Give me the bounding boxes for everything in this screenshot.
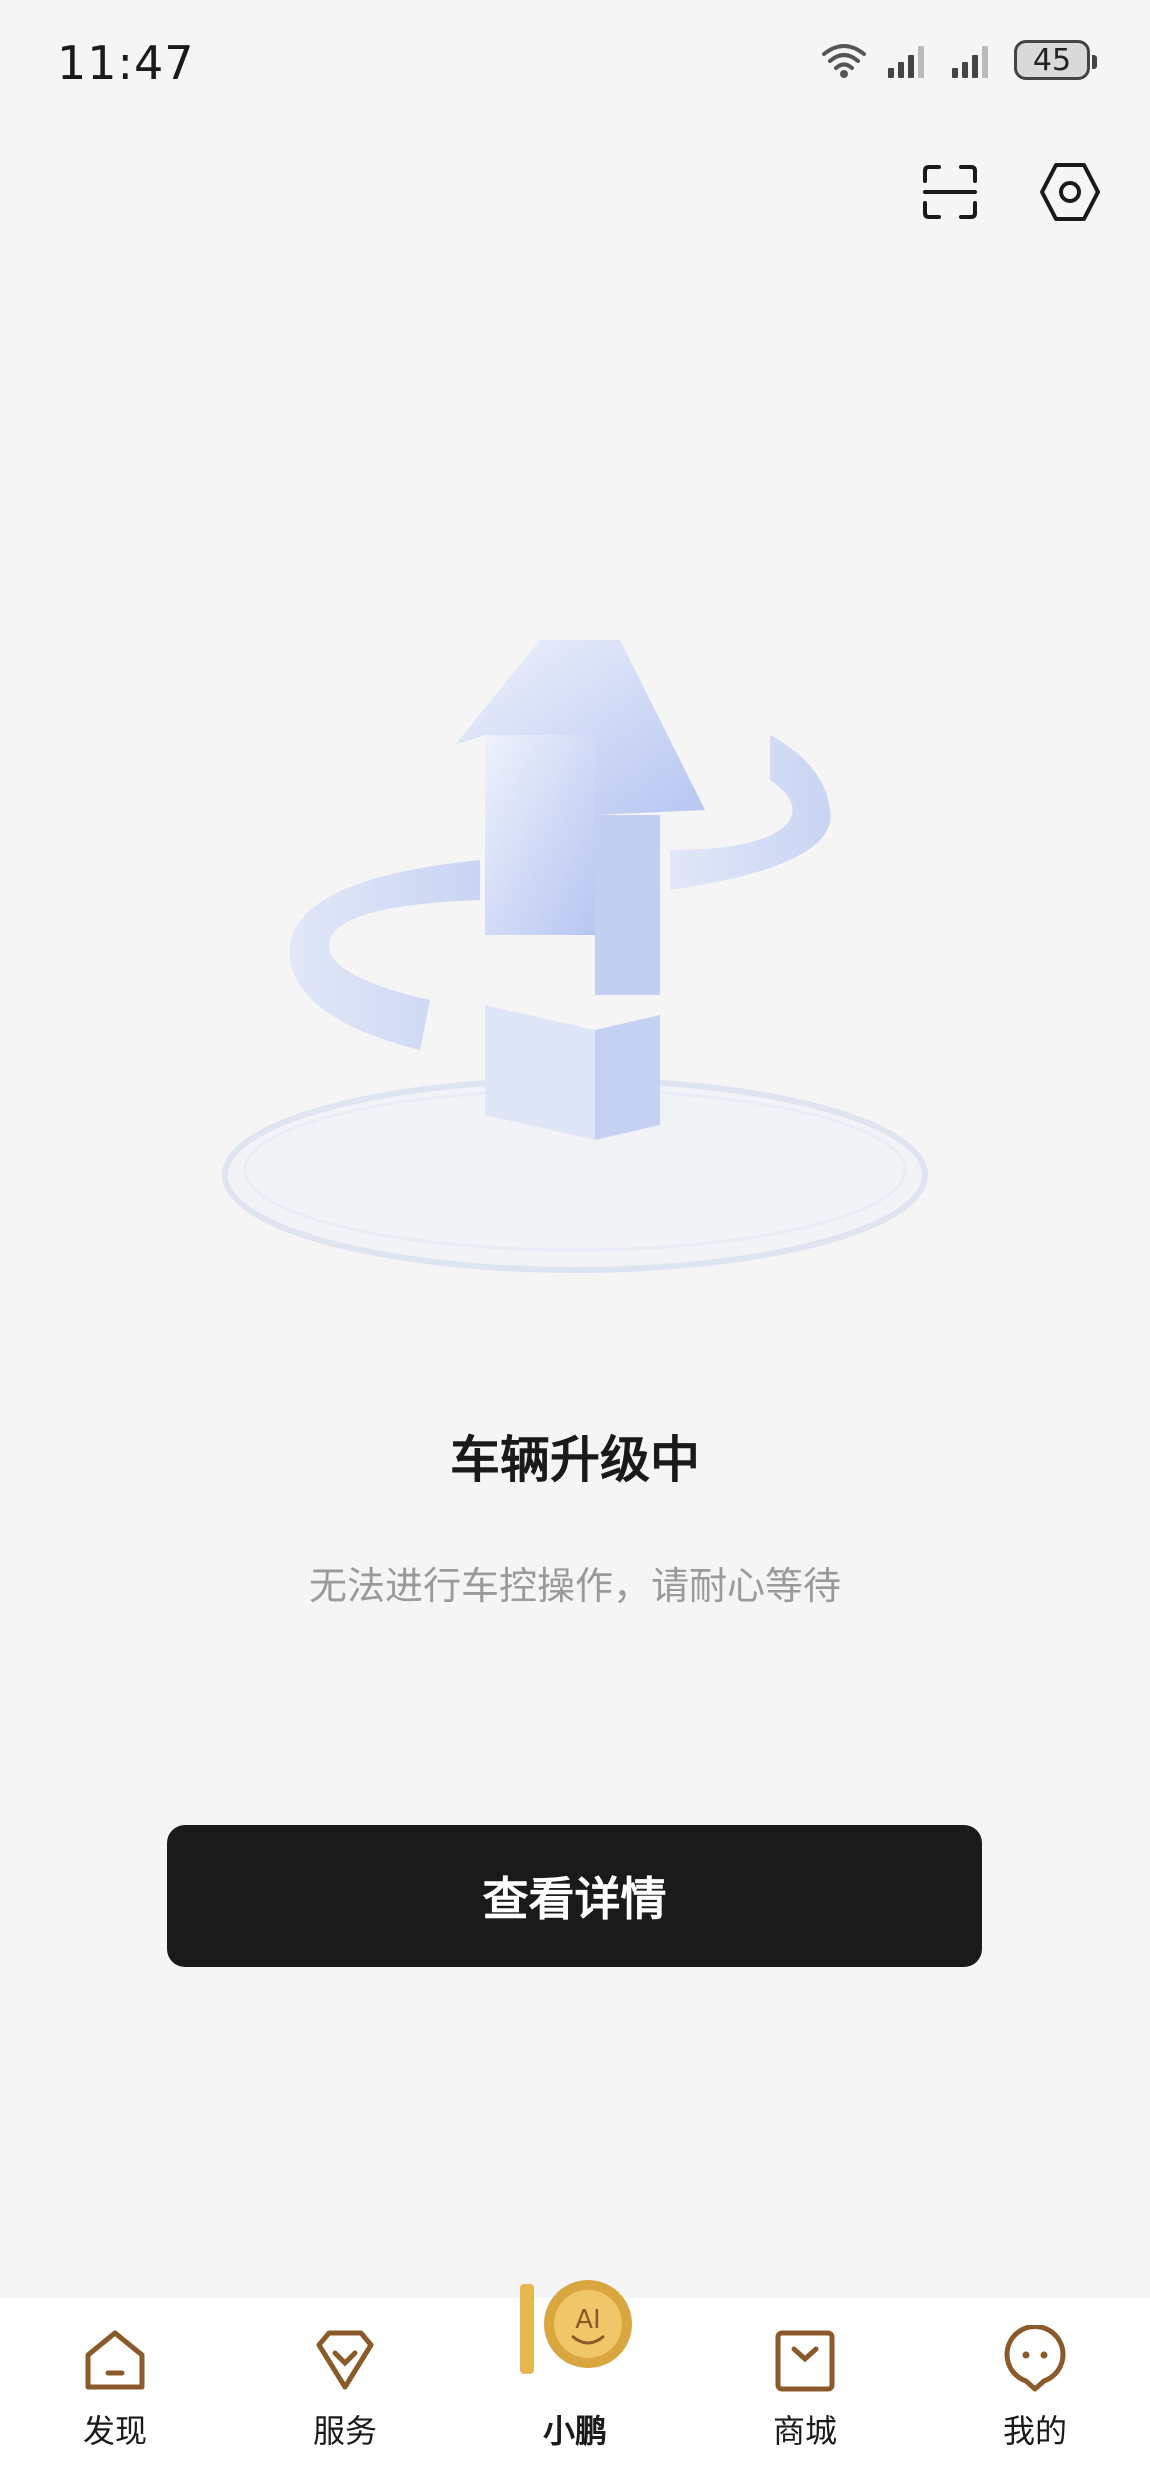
nav-item-mine[interactable]: 我的 (920, 2298, 1150, 2483)
nav-item-xiaopeng[interactable]: AI 小鹏 (460, 2280, 690, 2483)
scan-button[interactable] (918, 160, 982, 224)
settings-icon (1040, 163, 1100, 221)
nav-item-discover[interactable]: 发现 (0, 2298, 230, 2483)
settings-button[interactable] (1038, 160, 1102, 224)
bottom-nav: 发现 服务 AI 小鹏 商城 我的 (0, 2280, 1150, 2483)
wifi-icon (822, 44, 866, 78)
battery-level: 45 (1032, 42, 1072, 78)
page-subtitle: 无法进行车控操作，请耐心等待 (308, 1564, 841, 1608)
view-details-button[interactable]: 查看详情 (167, 1825, 982, 1967)
service-icon (316, 2330, 374, 2390)
shop-bag-icon (775, 2330, 835, 2392)
nav-label-service: 服务 (312, 2412, 377, 2450)
signal-icon (888, 46, 924, 78)
status-time: 11:47 (57, 36, 195, 90)
nav-label-discover: 发现 (82, 2412, 147, 2450)
page-title: 车辆升级中 (450, 1431, 700, 1489)
nav-label-xiaopeng: 小鹏 (542, 2412, 607, 2450)
status-bar: 11:47 45 (0, 0, 1150, 130)
ai-assistant-icon: AI (520, 2280, 632, 2374)
nav-label-mine: 我的 (1002, 2412, 1067, 2450)
status-icons: 45 (820, 40, 1097, 80)
battery-icon: 45 (1014, 40, 1097, 80)
upgrade-arrow-illustration (200, 610, 950, 1330)
nav-item-service[interactable]: 服务 (230, 2298, 460, 2483)
nav-label-shop: 商城 (772, 2412, 837, 2450)
home-icon (85, 2330, 145, 2390)
profile-face-icon (1004, 2325, 1066, 2392)
nav-item-shop[interactable]: 商城 (690, 2298, 920, 2483)
scan-icon (923, 165, 977, 219)
signal-icon (952, 46, 988, 78)
svg-text:AI: AI (575, 2305, 600, 2335)
top-actions (918, 160, 1102, 224)
